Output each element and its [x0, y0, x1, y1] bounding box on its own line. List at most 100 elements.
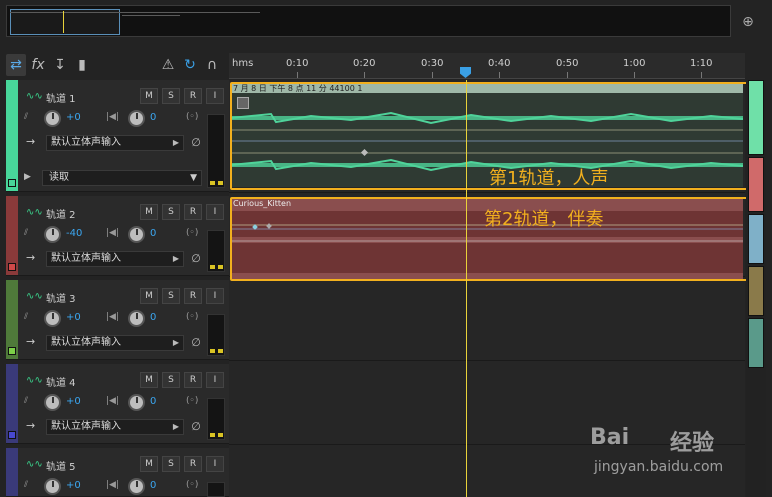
headphone-icon[interactable]: ∩: [202, 54, 222, 76]
level-meter: [207, 314, 225, 356]
pan-knob[interactable]: [128, 478, 145, 495]
ruler-tick: [364, 72, 365, 78]
input-monitor-button[interactable]: I: [206, 204, 224, 220]
volume-knob[interactable]: [44, 226, 61, 243]
volume-knob[interactable]: [44, 394, 61, 411]
track-color-dot[interactable]: [8, 263, 16, 271]
volume-knob[interactable]: [44, 110, 61, 127]
level-meter: [207, 482, 225, 497]
record-button[interactable]: R: [184, 288, 202, 304]
volume-value[interactable]: +0: [66, 312, 81, 323]
pan-knob[interactable]: [128, 394, 145, 411]
volume-value[interactable]: +0: [66, 480, 81, 491]
baidu-watermark: Bai 经验 jingyan.baidu.com: [590, 415, 760, 485]
automation-mode-label: 读取: [49, 172, 69, 183]
pan-knob[interactable]: [128, 310, 145, 327]
phase-invert-icon[interactable]: ∅: [188, 419, 204, 435]
input-monitor-button[interactable]: I: [206, 456, 224, 472]
solo-button[interactable]: S: [162, 88, 180, 104]
pan-value[interactable]: 0: [150, 480, 156, 491]
mono-icon[interactable]: (◦): [186, 112, 198, 122]
record-button[interactable]: R: [184, 88, 202, 104]
track-name[interactable]: 轨道 2: [46, 206, 76, 221]
input-select[interactable]: 默认立体声输入 ▶: [46, 251, 184, 267]
ruler-tick: [499, 72, 500, 78]
overview-line: [10, 12, 260, 13]
fx-icon[interactable]: fx: [28, 54, 48, 76]
mono-icon[interactable]: (◦): [186, 312, 198, 322]
track-name[interactable]: 轨道 5: [46, 458, 76, 473]
watermark-url: jingyan.baidu.com: [594, 459, 724, 475]
input-select[interactable]: 默认立体声输入 ▶: [46, 335, 184, 351]
track-color-strip: [6, 364, 18, 443]
expand-arrow-icon[interactable]: ▶: [24, 172, 31, 182]
mute-button[interactable]: M: [140, 372, 158, 388]
chevron-right-icon: ▶: [172, 254, 179, 263]
record-button[interactable]: R: [184, 372, 202, 388]
track-color-dot[interactable]: [8, 431, 16, 439]
metronome-icon[interactable]: ⚠: [158, 54, 178, 76]
ruler-tick: [634, 72, 635, 78]
multitrack-editor: ⊕ ⇄ fx ↧ ▮ ⚠ ↻ ∩ hms 0:10 0:20 0:30 0:40…: [0, 0, 772, 497]
volume-value[interactable]: +0: [66, 112, 81, 123]
pan-value[interactable]: 0: [150, 396, 156, 407]
eq-icon[interactable]: ▮: [72, 54, 92, 76]
track-name[interactable]: 轨道 3: [46, 290, 76, 305]
volume-value[interactable]: -40: [66, 228, 82, 239]
track-2-header[interactable]: ∿∿ 轨道 2 M S R I ⫽ -40 |◀| 0 (◦) → 默认立体声输…: [6, 196, 229, 276]
mono-icon[interactable]: (◦): [186, 480, 198, 490]
track-color-dot[interactable]: [8, 179, 16, 187]
pan-value[interactable]: 0: [150, 112, 156, 123]
track-name[interactable]: 轨道 4: [46, 374, 76, 389]
track-3-header[interactable]: ∿∿ 轨道 3 M S R I ⫽ +0 |◀| 0 (◦) → 默认立体声输入…: [6, 280, 229, 360]
chevron-right-icon: ▶: [172, 422, 179, 431]
solo-button[interactable]: S: [162, 204, 180, 220]
track-color-dot[interactable]: [8, 347, 16, 355]
mute-button[interactable]: M: [140, 288, 158, 304]
input-arrow-icon: →: [26, 135, 36, 148]
ruler-label: 0:50: [556, 58, 579, 69]
phase-invert-icon[interactable]: ∅: [188, 335, 204, 351]
solo-button[interactable]: S: [162, 456, 180, 472]
track-name[interactable]: 轨道 1: [46, 90, 76, 105]
meter-bar-right: [218, 181, 223, 185]
multitrack-icon[interactable]: ⇄: [6, 54, 26, 76]
solo-button[interactable]: S: [162, 288, 180, 304]
track-4-header[interactable]: ∿∿ 轨道 4 M S R I ⫽ +0 |◀| 0 (◦) → 默认立体声输入…: [6, 364, 229, 444]
session-overview[interactable]: [6, 5, 731, 37]
record-button[interactable]: R: [184, 204, 202, 220]
mono-icon[interactable]: (◦): [186, 396, 198, 406]
mono-icon[interactable]: (◦): [186, 228, 198, 238]
phase-invert-icon[interactable]: ∅: [188, 251, 204, 267]
input-monitor-button[interactable]: I: [206, 372, 224, 388]
pan-knob[interactable]: [128, 110, 145, 127]
waveform-icon: ∿∿: [26, 459, 43, 470]
input-monitor-button[interactable]: I: [206, 288, 224, 304]
automation-mode-select[interactable]: 读取 ▼: [42, 170, 202, 186]
input-select[interactable]: 默认立体声输入 ▶: [46, 135, 184, 151]
loop-icon[interactable]: ↻: [180, 54, 200, 76]
track-toolbar: ⇄ fx ↧ ▮ ⚠ ↻ ∩: [6, 52, 226, 78]
volume-knob[interactable]: [44, 310, 61, 327]
mute-button[interactable]: M: [140, 204, 158, 220]
send-icon[interactable]: ↧: [50, 54, 70, 76]
volume-icon: ⫽: [24, 480, 29, 490]
volume-value[interactable]: +0: [66, 396, 81, 407]
record-button[interactable]: R: [184, 456, 202, 472]
pan-value[interactable]: 0: [150, 312, 156, 323]
input-select[interactable]: 默认立体声输入 ▶: [46, 419, 184, 435]
phase-invert-icon[interactable]: ∅: [188, 135, 204, 151]
zoom-icon[interactable]: ⊕: [738, 12, 758, 32]
pan-value[interactable]: 0: [150, 228, 156, 239]
playhead-handle[interactable]: [460, 67, 471, 78]
input-monitor-button[interactable]: I: [206, 88, 224, 104]
mute-button[interactable]: M: [140, 456, 158, 472]
track-5-header[interactable]: ∿∿ 轨道 5 M S R I ⫽ +0 |◀| 0 (◦): [6, 448, 229, 497]
overview-segment: [748, 318, 764, 368]
time-ruler[interactable]: hms 0:10 0:20 0:30 0:40 0:50 1:00 1:10: [229, 53, 745, 79]
mute-button[interactable]: M: [140, 88, 158, 104]
volume-knob[interactable]: [44, 478, 61, 495]
solo-button[interactable]: S: [162, 372, 180, 388]
track-1-header[interactable]: ∿∿ 轨道 1 M S R I ⫽ +0 |◀| 0 (◦) → 默认立体声输入…: [6, 80, 229, 192]
pan-knob[interactable]: [128, 226, 145, 243]
